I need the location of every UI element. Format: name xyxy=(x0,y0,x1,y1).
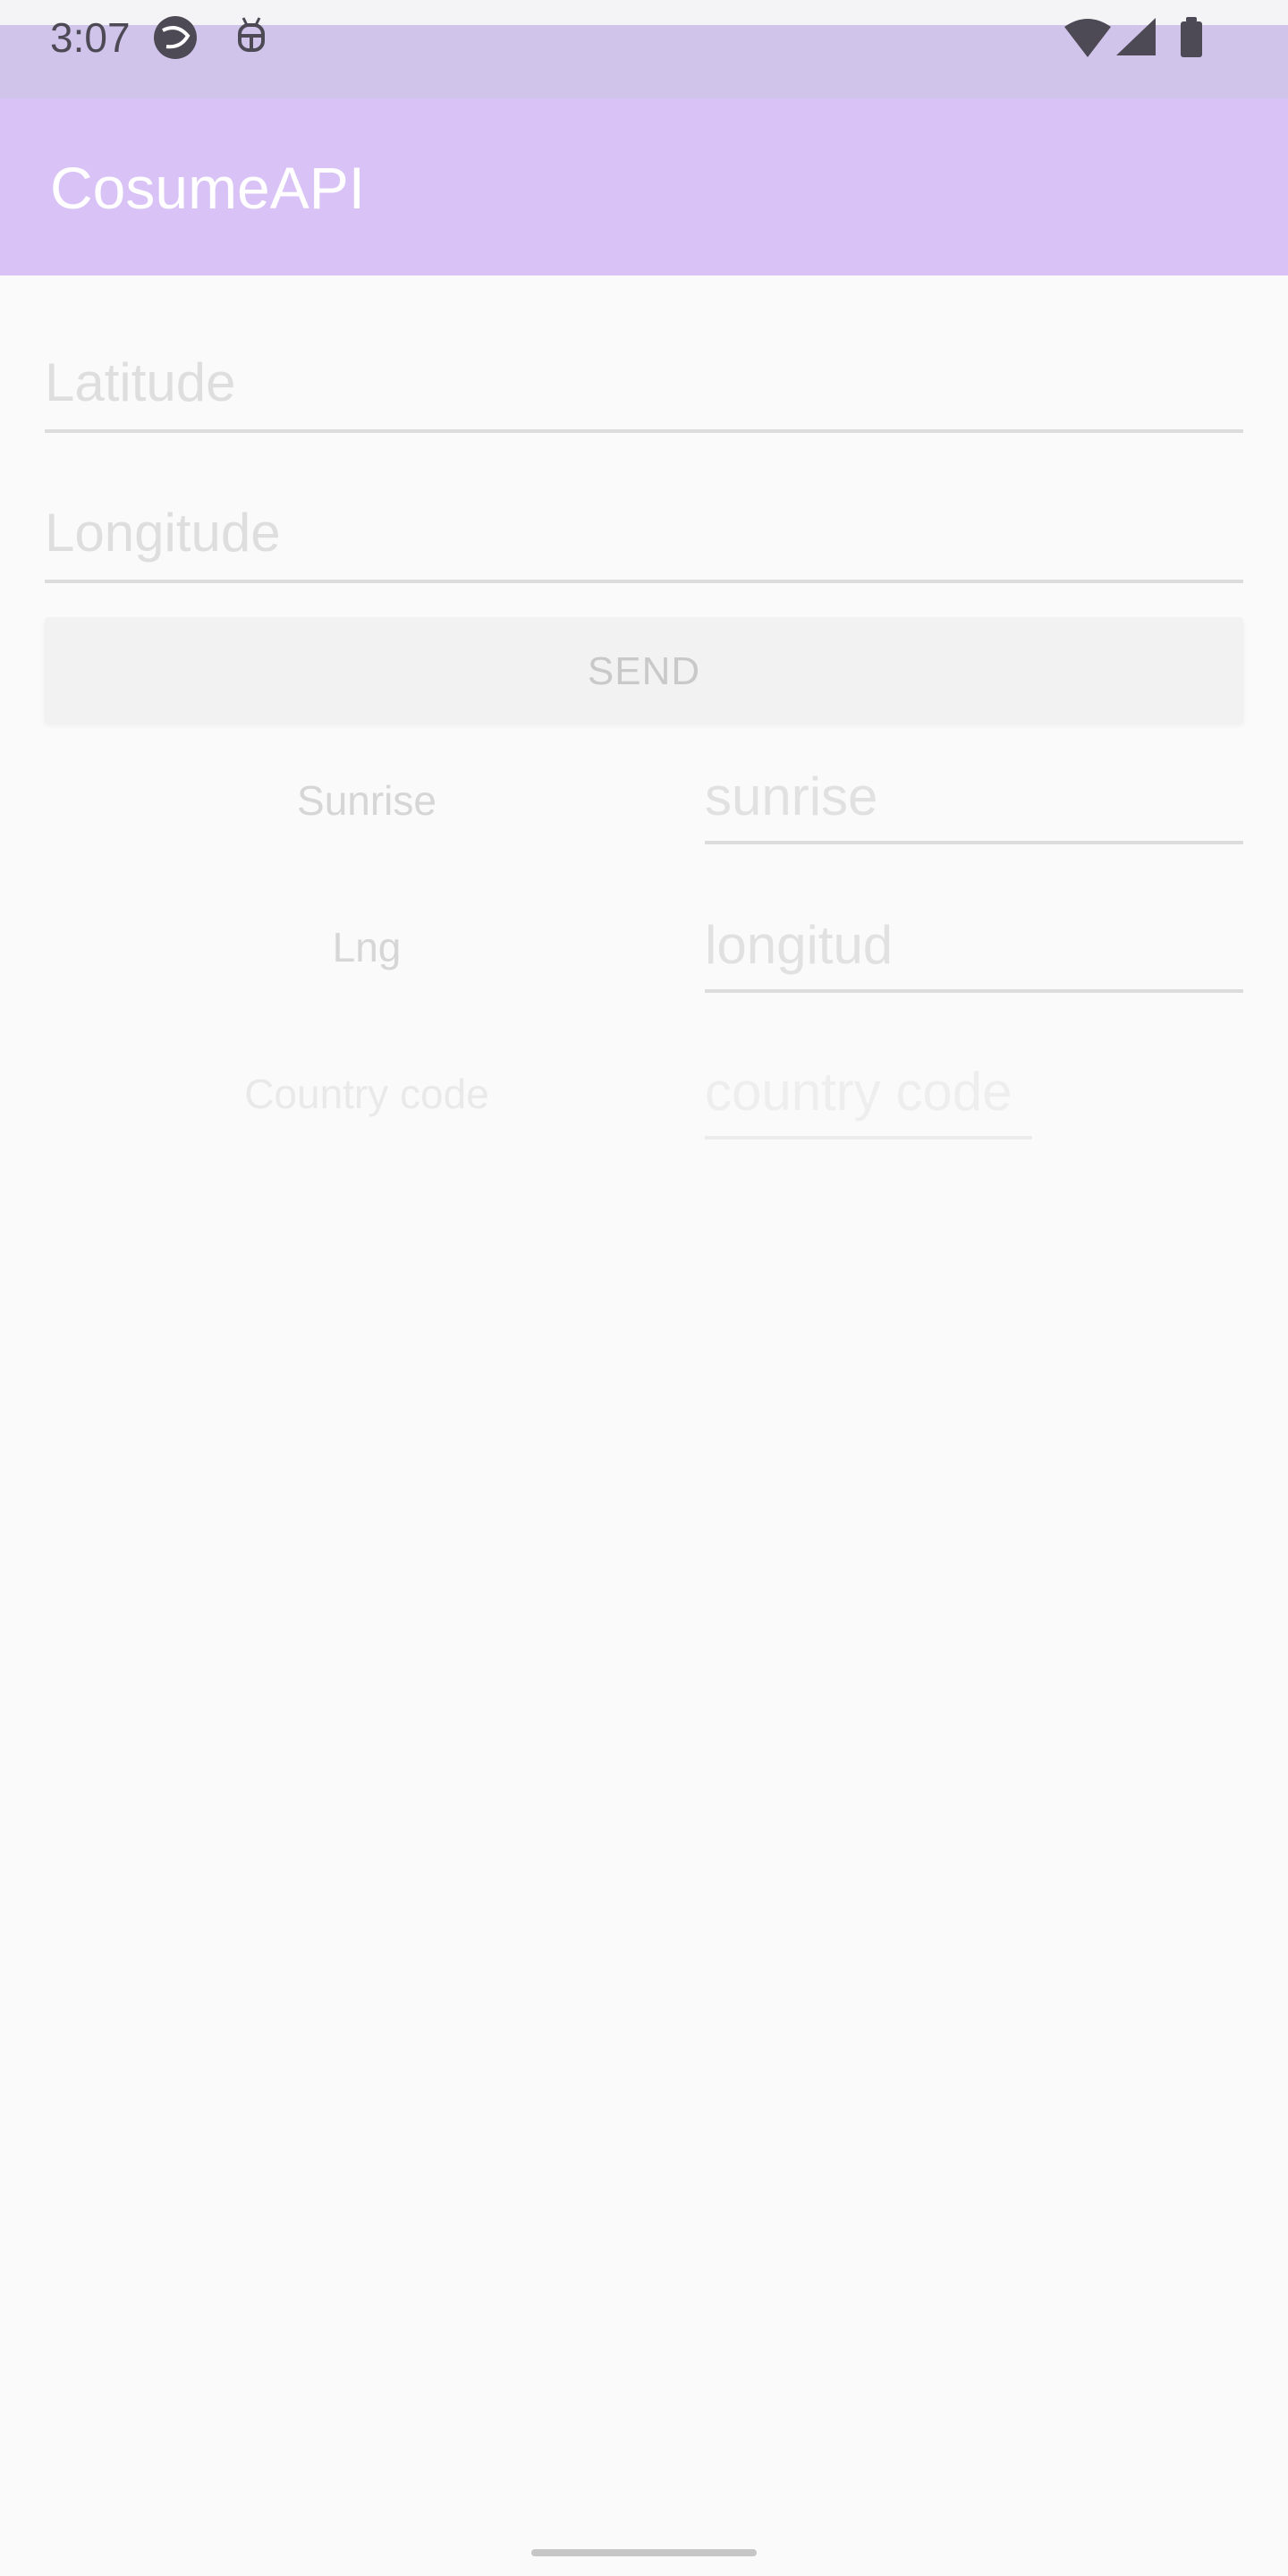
status-time: 3:07 xyxy=(50,14,131,61)
send-button[interactable]: SEND xyxy=(45,617,1243,723)
send-button-label: SEND xyxy=(587,649,701,693)
longitude-input[interactable] xyxy=(45,485,1243,580)
lng-label: Lng xyxy=(332,924,402,970)
latitude-field-container xyxy=(45,335,1243,433)
android-debug-icon xyxy=(238,17,265,52)
status-bar: 3:07 xyxy=(0,0,1288,98)
sunrise-field-container xyxy=(705,751,1243,844)
gesture-nav-bar[interactable] xyxy=(531,2549,757,2556)
app-title: CosumeAPI xyxy=(50,155,366,221)
cell-signal-icon xyxy=(1116,18,1156,55)
longitud-field-container xyxy=(705,900,1243,993)
latitude-input[interactable] xyxy=(45,335,1243,429)
battery-icon xyxy=(1181,17,1202,57)
longitude-field-container xyxy=(45,485,1243,583)
gesture-ring-icon xyxy=(154,16,197,59)
country-code-input[interactable] xyxy=(705,1046,1032,1136)
longitud-input[interactable] xyxy=(705,900,1243,989)
wifi-icon xyxy=(1064,19,1111,57)
app-bar: CosumeAPI xyxy=(0,98,1288,275)
country-code-label: Country code xyxy=(244,1071,489,1117)
sunrise-label: Sunrise xyxy=(297,777,436,824)
country-code-field-container xyxy=(705,1046,1032,1140)
sunrise-input[interactable] xyxy=(705,751,1243,841)
